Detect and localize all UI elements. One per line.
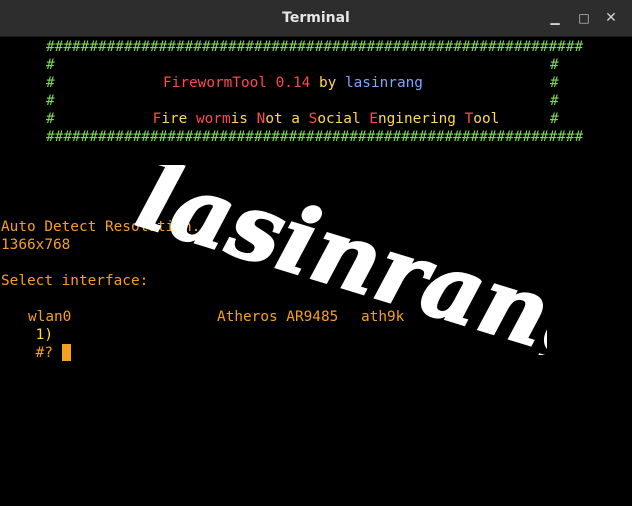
tool-name: FirewormTool 0.14 bbox=[163, 75, 311, 91]
banner-side-right: # bbox=[550, 75, 559, 91]
tagline-segment: nginering bbox=[377, 111, 465, 127]
auto-detect-text: Auto Detect Resolution... bbox=[1, 219, 218, 235]
interface-name: wlan0 bbox=[28, 309, 72, 325]
tagline-segment: worm bbox=[195, 111, 231, 127]
input-prompt: #? bbox=[35, 345, 53, 361]
tagline-segment: T bbox=[464, 111, 474, 127]
banner-tagline: Fire wormis Not a Social Enginering Tool bbox=[118, 92, 500, 127]
tagline-segment: ire bbox=[161, 111, 196, 127]
text-cursor bbox=[61, 344, 71, 361]
banner-title-line: FirewormTool 0.14 by lasinrang bbox=[163, 74, 423, 92]
author-name: lasinrang bbox=[344, 75, 423, 91]
tagline-segment: S bbox=[308, 111, 318, 127]
banner-side-left: # bbox=[46, 57, 55, 73]
window-title: Terminal bbox=[282, 10, 350, 26]
banner-side-left: # bbox=[46, 93, 55, 109]
close-button[interactable]: ✕ bbox=[602, 9, 620, 27]
interface-driver: ath9k bbox=[361, 309, 405, 325]
minimize-button[interactable]: ▁ bbox=[546, 9, 564, 27]
banner-side-right: # bbox=[550, 57, 559, 73]
banner-side-right: # bbox=[550, 111, 559, 127]
banner-side-left: # bbox=[46, 111, 55, 127]
tagline-segment: ocial bbox=[317, 111, 370, 127]
select-interface-prompt: Select interface: bbox=[1, 273, 149, 289]
maximize-button[interactable]: □ bbox=[575, 9, 593, 27]
banner-side-left: # bbox=[46, 75, 55, 91]
banner-border-top: ########################################… bbox=[46, 39, 584, 55]
terminal-output[interactable]: ########################################… bbox=[0, 37, 632, 506]
resolution-text: 1366x768 bbox=[1, 237, 71, 253]
banner-border-bottom: ########################################… bbox=[46, 129, 584, 145]
title-bar: Terminal ▁ □ ✕ bbox=[0, 0, 632, 37]
tagline-segment: E bbox=[369, 111, 378, 127]
watermark-text: lasinrang bbox=[127, 165, 547, 355]
by-text: by bbox=[318, 75, 337, 91]
banner-side-right: # bbox=[550, 93, 559, 109]
tagline-segment: ot a bbox=[265, 111, 309, 127]
interface-chipset: Atheros AR9485 bbox=[217, 309, 339, 325]
tagline-text: Fire wormis Not a Social Enginering Tool bbox=[153, 111, 500, 127]
tagline-segment: is bbox=[230, 111, 257, 127]
watermark-logo: lasinrang bbox=[127, 165, 547, 355]
tagline-segment: N bbox=[256, 111, 266, 127]
tagline-segment: ool bbox=[473, 111, 500, 127]
input-prompt-line[interactable]: #? bbox=[1, 326, 71, 361]
